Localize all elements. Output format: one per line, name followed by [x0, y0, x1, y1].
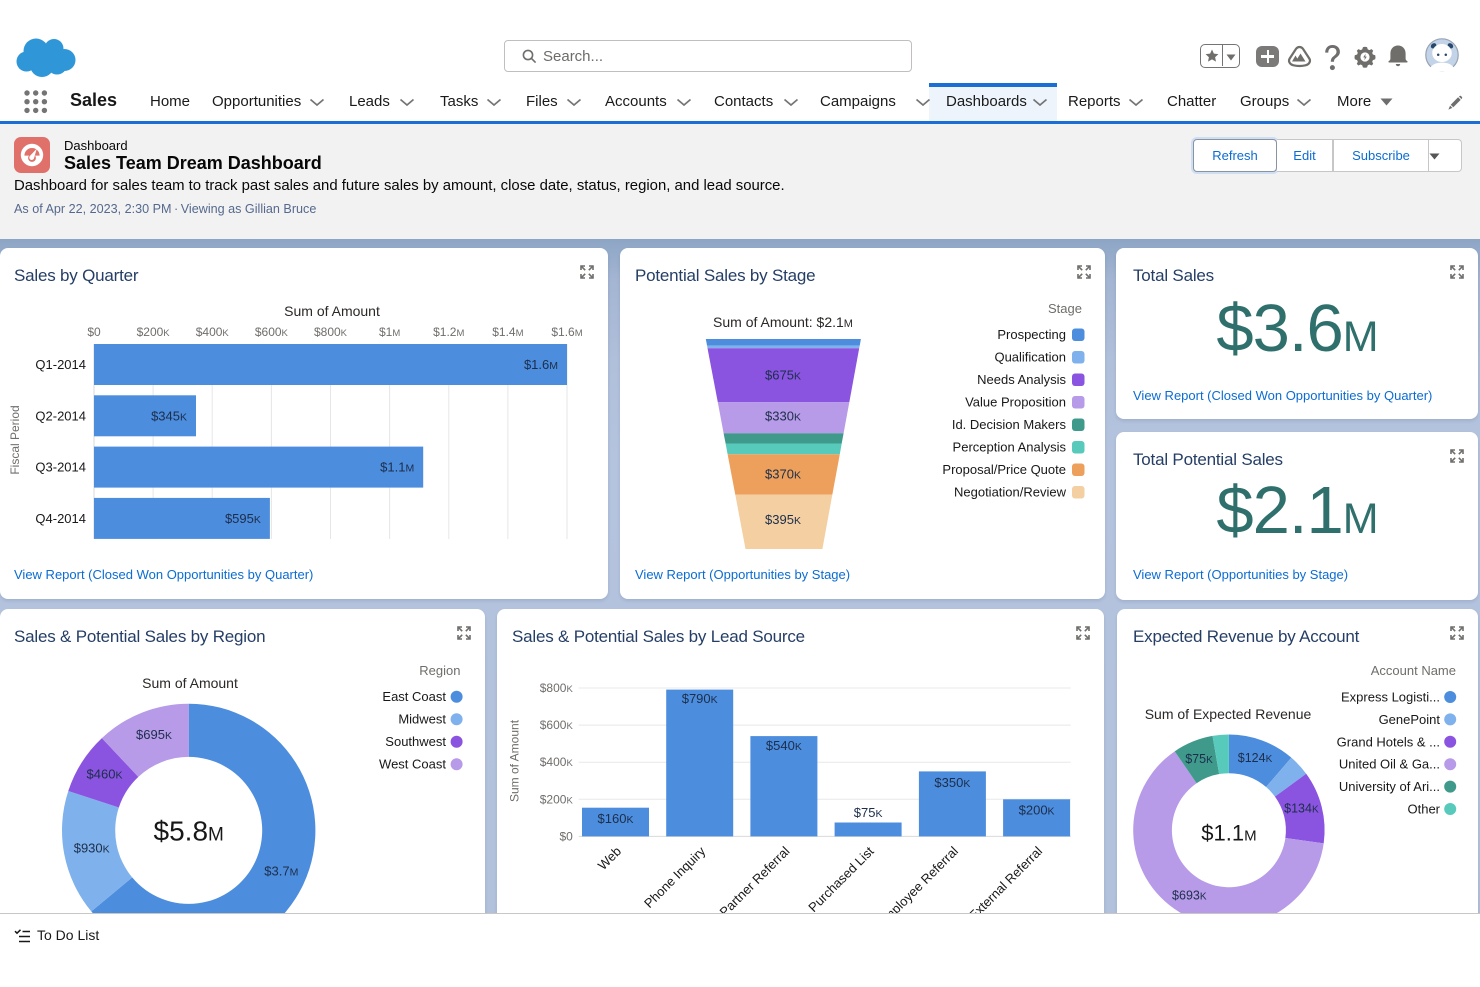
svg-text:$1.1M: $1.1M: [1201, 821, 1256, 846]
svg-text:East Coast: East Coast: [382, 689, 446, 704]
svg-text:$675K: $675K: [765, 368, 801, 383]
svg-text:Sum of Amount: Sum of Amount: [508, 719, 522, 802]
svg-text:Account Name: Account Name: [1371, 663, 1456, 678]
svg-text:$1M: $1M: [379, 325, 400, 339]
svg-text:$790K: $790K: [682, 691, 718, 706]
svg-text:Proposal/Price Quote: Proposal/Price Quote: [942, 462, 1066, 477]
svg-text:Q2-2014: Q2-2014: [35, 408, 86, 423]
svg-text:$75K: $75K: [854, 805, 883, 820]
svg-text:$600K: $600K: [255, 325, 289, 339]
svg-text:Southwest: Southwest: [385, 734, 446, 749]
svg-text:$160K: $160K: [598, 811, 634, 826]
svg-text:$395K: $395K: [765, 512, 801, 527]
svg-text:$0: $0: [559, 829, 573, 843]
svg-text:$0: $0: [87, 325, 101, 339]
svg-text:$3.7M: $3.7M: [264, 863, 298, 878]
svg-text:$200K: $200K: [1019, 802, 1055, 817]
svg-text:$540K: $540K: [766, 738, 802, 753]
svg-text:Negotiation/Review: Negotiation/Review: [954, 485, 1067, 500]
svg-text:$5.8M: $5.8M: [154, 815, 224, 846]
svg-text:$400K: $400K: [196, 325, 230, 339]
svg-text:$350K: $350K: [934, 775, 970, 790]
svg-text:Q4-2014: Q4-2014: [35, 511, 86, 526]
svg-text:$1.6M: $1.6M: [524, 357, 558, 372]
svg-text:$460K: $460K: [87, 767, 123, 782]
svg-text:Employee Referral: Employee Referral: [874, 843, 961, 913]
svg-text:Value Proposition: Value Proposition: [965, 395, 1066, 410]
svg-text:Perception Analysis: Perception Analysis: [953, 440, 1067, 455]
svg-text:Qualification: Qualification: [994, 350, 1066, 365]
svg-text:Needs Analysis: Needs Analysis: [977, 372, 1066, 387]
svg-text:Id. Decision Makers: Id. Decision Makers: [952, 417, 1067, 432]
svg-text:Partner Referral: Partner Referral: [717, 843, 793, 913]
svg-text:$75K: $75K: [1185, 752, 1213, 766]
svg-text:Phone Inquiry: Phone Inquiry: [641, 843, 709, 911]
svg-text:Purchased List: Purchased List: [805, 843, 877, 913]
svg-text:$800K: $800K: [314, 325, 348, 339]
svg-text:$370K: $370K: [765, 467, 801, 482]
svg-text:External Referral: External Referral: [966, 843, 1046, 913]
svg-text:$930K: $930K: [74, 841, 110, 856]
svg-text:$800K: $800K: [540, 681, 574, 695]
svg-text:$600K: $600K: [540, 718, 574, 732]
svg-text:$345K: $345K: [151, 408, 187, 423]
svg-text:United Oil & Ga...: United Oil & Ga...: [1339, 757, 1440, 772]
svg-text:$400K: $400K: [540, 755, 574, 769]
svg-text:Fiscal Period: Fiscal Period: [8, 405, 22, 474]
svg-text:Other: Other: [1407, 802, 1440, 817]
svg-text:Sum of Amount: $2.1M: Sum of Amount: $2.1M: [713, 314, 853, 330]
svg-text:$1.6M: $1.6M: [551, 325, 582, 339]
svg-text:$134K: $134K: [1284, 802, 1319, 816]
svg-text:Sum of Expected Revenue: Sum of Expected Revenue: [1145, 706, 1312, 722]
svg-text:$330K: $330K: [765, 409, 801, 424]
svg-text:$695K: $695K: [136, 727, 172, 742]
svg-text:West Coast: West Coast: [379, 757, 446, 772]
svg-text:GenePoint: GenePoint: [1379, 712, 1441, 727]
svg-text:Q1-2014: Q1-2014: [35, 357, 86, 372]
svg-text:Grand Hotels & ...: Grand Hotels & ...: [1337, 734, 1440, 749]
svg-text:Midwest: Midwest: [398, 712, 446, 727]
svg-text:Q3-2014: Q3-2014: [35, 460, 86, 475]
svg-text:$200K: $200K: [540, 792, 574, 806]
svg-text:Express Logisti...: Express Logisti...: [1341, 690, 1440, 705]
svg-text:$1.1M: $1.1M: [380, 460, 414, 475]
svg-text:Region: Region: [419, 663, 460, 678]
svg-text:Sum of Amount: Sum of Amount: [284, 303, 380, 319]
svg-text:$693K: $693K: [1172, 889, 1207, 903]
svg-text:$1.2M: $1.2M: [433, 325, 464, 339]
svg-text:$200K: $200K: [137, 325, 171, 339]
svg-text:Sum of Amount: Sum of Amount: [142, 675, 238, 691]
svg-text:Prospecting: Prospecting: [997, 327, 1066, 342]
svg-text:$124K: $124K: [1238, 751, 1273, 765]
svg-text:$595K: $595K: [225, 511, 261, 526]
svg-text:University of Ari...: University of Ari...: [1339, 779, 1440, 794]
svg-text:Web: Web: [595, 844, 624, 873]
svg-text:$1.4M: $1.4M: [492, 325, 523, 339]
svg-text:Stage: Stage: [1048, 301, 1082, 316]
